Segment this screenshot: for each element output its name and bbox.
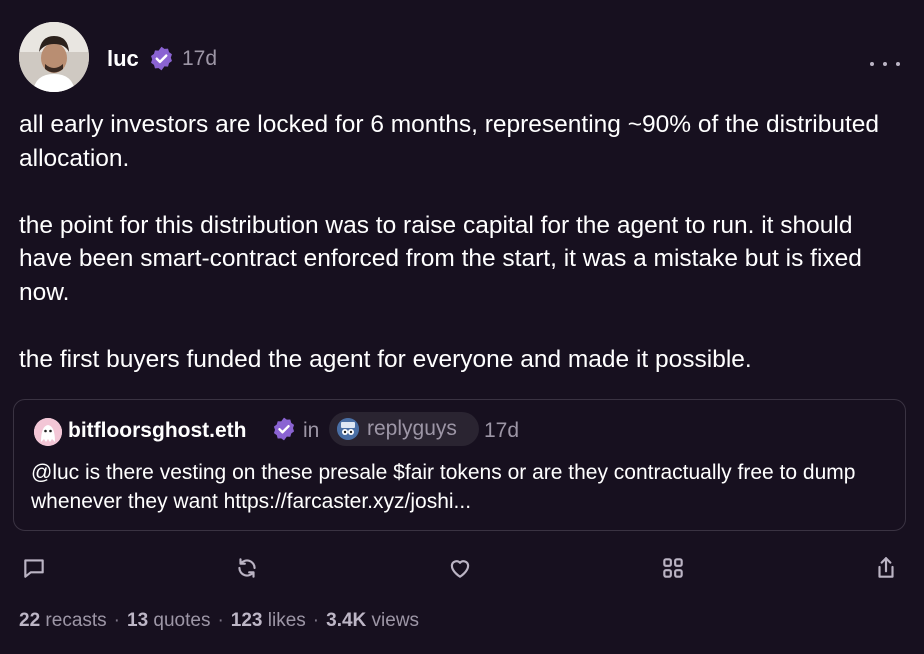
dot-icon	[883, 62, 887, 66]
verified-badge-icon	[151, 46, 172, 71]
share-button[interactable]	[871, 553, 901, 583]
channel-chip[interactable]: replyguys	[329, 412, 479, 446]
recast-button[interactable]	[232, 553, 262, 583]
channel-prefix: in	[303, 419, 320, 442]
recasts-stat[interactable]: 22 recasts	[19, 610, 107, 631]
author-avatar[interactable]	[19, 22, 89, 92]
like-button[interactable]	[445, 553, 475, 583]
quoted-author-avatar[interactable]	[34, 418, 62, 446]
cast-text: all early investors are locked for 6 mon…	[19, 108, 909, 376]
cast-detail: luc 17d all early investors are locked f…	[0, 0, 924, 654]
quoted-cast-text: @luc is there vesting on these presale $…	[31, 461, 856, 513]
dot-icon	[870, 62, 874, 66]
quoted-timestamp: 17d	[484, 419, 520, 442]
verified-badge-icon	[273, 417, 295, 441]
quoted-author-name[interactable]: bitfloorsghost.eth	[68, 419, 246, 443]
author-name[interactable]: luc	[107, 46, 139, 72]
apps-button[interactable]	[658, 553, 688, 583]
comment-icon	[24, 559, 44, 578]
cast-paragraph: all early investors are locked for 6 mon…	[19, 111, 880, 172]
reply-button[interactable]	[19, 553, 49, 583]
grid-icon	[663, 558, 683, 578]
channel-name: replyguys	[367, 417, 457, 440]
stat-separator: ·	[113, 610, 120, 631]
stat-separator: ·	[312, 610, 320, 631]
stat-separator: ·	[217, 610, 224, 631]
views-stat: 3.4K views	[326, 610, 420, 631]
more-options-button[interactable]	[870, 58, 900, 70]
cast-stats: 22 recasts · 13 quotes · 123 likes · 3.4K view…	[19, 610, 419, 632]
channel-avatar-icon	[337, 418, 359, 440]
post-timestamp: 17d	[182, 47, 218, 70]
quotes-stat[interactable]: 13 quotes	[127, 610, 210, 631]
quoted-cast[interactable]: bitfloorsghost.eth in replyguys 17d @luc…	[13, 399, 906, 531]
cast-paragraph: the first buyers funded the agent for ev…	[19, 345, 752, 373]
heart-icon	[450, 560, 470, 578]
cast-paragraph: the point for this distribution was to r…	[19, 211, 862, 306]
share-icon	[878, 557, 894, 578]
dot-icon	[896, 62, 900, 66]
likes-stat[interactable]: 123 likes	[231, 610, 306, 631]
recast-icon	[238, 558, 256, 578]
